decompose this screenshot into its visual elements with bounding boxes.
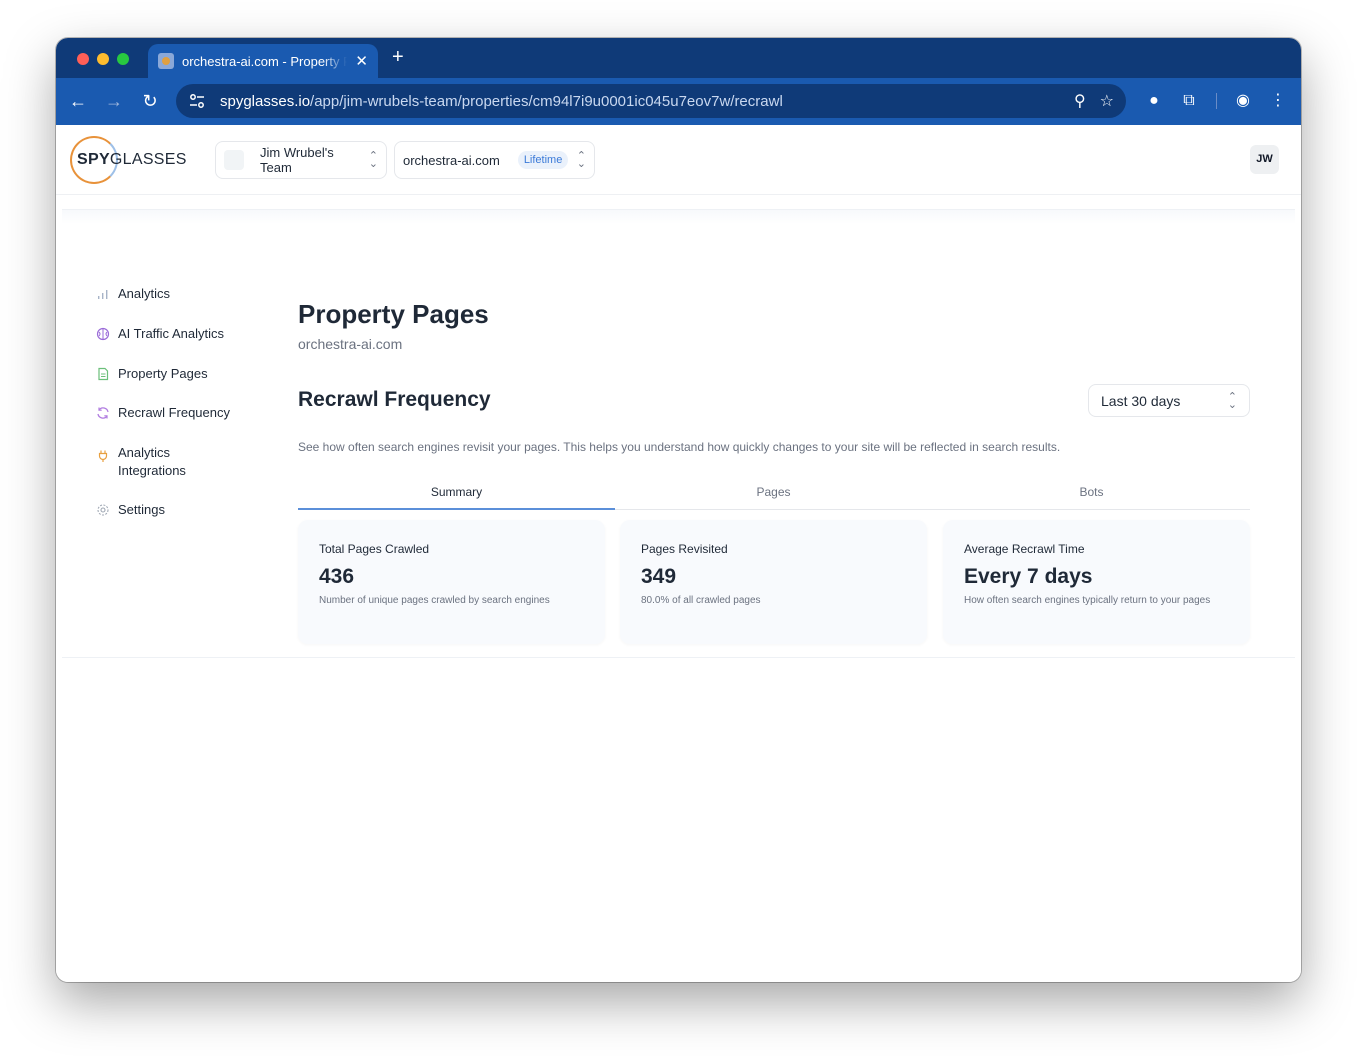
sidebar-item-analytics[interactable]: Analytics xyxy=(96,285,256,303)
stat-description: Number of unique pages crawled by search… xyxy=(319,595,550,606)
page-subtitle: orchestra-ai.com xyxy=(298,336,403,352)
maximize-window-button[interactable] xyxy=(117,53,129,65)
logo-text: SPYGLASSES xyxy=(77,151,187,168)
tab-strip: orchestra-ai.com - Property Pages ✕ + xyxy=(56,38,1301,78)
team-selector[interactable]: Jim Wrubel's Team ⌃ ⌄ xyxy=(215,141,387,179)
extensions-puzzle-icon[interactable]: ⧉ xyxy=(1178,90,1200,112)
tab-title: orchestra-ai.com - Property Pages xyxy=(182,53,347,69)
date-range-value: Last 30 days xyxy=(1101,392,1181,409)
toolbar-divider xyxy=(1216,93,1217,109)
zoom-icon[interactable]: ⚲ xyxy=(1074,91,1086,111)
favicon-icon xyxy=(158,53,174,69)
forward-button[interactable]: → xyxy=(103,90,125,112)
app-header: SPYGLASSES Jim Wrubel's Team ⌃ ⌄ orchestr… xyxy=(56,125,1301,195)
sidebar-item-label: Analytics xyxy=(118,286,171,301)
user-avatar[interactable]: JW xyxy=(1250,145,1279,174)
address-bar[interactable]: spyglasses.io/app/jim-wrubels-team/prope… xyxy=(176,84,1126,118)
property-selector[interactable]: orchestra-ai.com Lifetime ⌃ ⌄ xyxy=(394,141,595,179)
tab-summary[interactable]: Summary xyxy=(298,480,615,510)
url-path: /app/jim-wrubels-team/properties/cm94l7i… xyxy=(310,92,783,110)
team-avatar xyxy=(224,150,244,170)
stat-label: Pages Revisited xyxy=(641,542,728,556)
date-range-select[interactable]: Last 30 days ⌃ ⌄ xyxy=(1088,384,1250,417)
sidebar-item-label: AI Traffic Analytics xyxy=(118,326,224,341)
page-title: Property Pages xyxy=(298,299,489,329)
app-content: SPYGLASSES Jim Wrubel's Team ⌃ ⌄ orchestr… xyxy=(56,125,1301,982)
close-window-button[interactable] xyxy=(77,53,89,65)
stat-card-total-pages: Total Pages Crawled 436 Number of unique… xyxy=(298,520,605,644)
sidebar-item-property-pages[interactable]: Property Pages xyxy=(96,365,256,383)
tab-pages[interactable]: Pages xyxy=(615,480,932,510)
document-icon xyxy=(98,367,109,381)
browser-toolbar: ← → ↻ spyglasses.io/app/jim-wrubels-team… xyxy=(56,78,1301,125)
brain-icon xyxy=(96,327,110,341)
section-description: See how often search engines revisit you… xyxy=(298,440,1061,454)
menu-kebab-icon[interactable]: ⋮ xyxy=(1267,90,1289,112)
chevron-updown-icon: ⌃ ⌄ xyxy=(368,150,378,170)
team-name: Jim Wrubel's Team xyxy=(259,145,334,175)
stat-value: 349 xyxy=(641,565,677,588)
stat-description: How often search engines typically retur… xyxy=(964,595,1211,606)
chevron-updown-icon: ⌃ ⌄ xyxy=(1227,390,1237,411)
stat-value: 436 xyxy=(319,565,355,588)
stat-card-average-recrawl: Average Recrawl Time Every 7 days How of… xyxy=(943,520,1250,644)
gear-icon xyxy=(97,504,109,516)
sidebar-item-label: Recrawl Frequency xyxy=(118,405,230,420)
sidebar-item-label: Property Pages xyxy=(118,366,208,381)
sidebar-item-label: Settings xyxy=(118,502,165,517)
url-host: spyglasses.io xyxy=(220,92,311,110)
browser-tab[interactable]: orchestra-ai.com - Property Pages ✕ xyxy=(148,44,378,78)
stat-card-pages-revisited: Pages Revisited 349 80.0% of all crawled… xyxy=(620,520,927,644)
spyglasses-logo[interactable]: SPYGLASSES xyxy=(70,136,190,184)
section-title: Recrawl Frequency xyxy=(298,388,491,411)
refresh-icon xyxy=(97,407,109,419)
property-name: orchestra-ai.com xyxy=(403,152,500,168)
stat-value: Every 7 days xyxy=(964,565,1093,588)
bar-chart-icon xyxy=(98,290,108,299)
plug-icon xyxy=(98,450,108,462)
stat-label: Average Recrawl Time xyxy=(964,542,1085,556)
extension-icon[interactable]: ● xyxy=(1143,90,1165,112)
lifetime-badge: Lifetime xyxy=(517,151,569,169)
new-tab-button[interactable]: + xyxy=(392,46,404,68)
sidebar-item-analytics-integrations[interactable]: Analytics Integrations xyxy=(96,444,216,480)
stat-label: Total Pages Crawled xyxy=(319,542,430,556)
sidebar-item-label: Analytics Integrations xyxy=(118,445,186,478)
sidebar-item-recrawl-frequency[interactable]: Recrawl Frequency xyxy=(96,404,256,422)
back-button[interactable]: ← xyxy=(67,90,89,112)
sidebar-item-settings[interactable]: Settings xyxy=(96,501,256,519)
bookmark-star-icon[interactable]: ☆ xyxy=(1100,91,1114,111)
tab-bar: Summary Pages Bots xyxy=(298,480,1250,510)
chevron-updown-icon: ⌃ ⌄ xyxy=(576,150,586,170)
browser-window: orchestra-ai.com - Property Pages ✕ + ← … xyxy=(56,38,1301,982)
stat-description: 80.0% of all crawled pages xyxy=(641,595,761,606)
profile-icon[interactable]: ◉ xyxy=(1232,90,1254,112)
tab-bots[interactable]: Bots xyxy=(933,480,1250,510)
tab-close-icon[interactable]: ✕ xyxy=(355,52,368,70)
sidebar-item-ai-traffic[interactable]: AI Traffic Analytics xyxy=(96,325,256,343)
reload-button[interactable]: ↻ xyxy=(139,90,161,112)
minimize-window-button[interactable] xyxy=(97,53,109,65)
site-settings-icon[interactable] xyxy=(188,92,206,110)
